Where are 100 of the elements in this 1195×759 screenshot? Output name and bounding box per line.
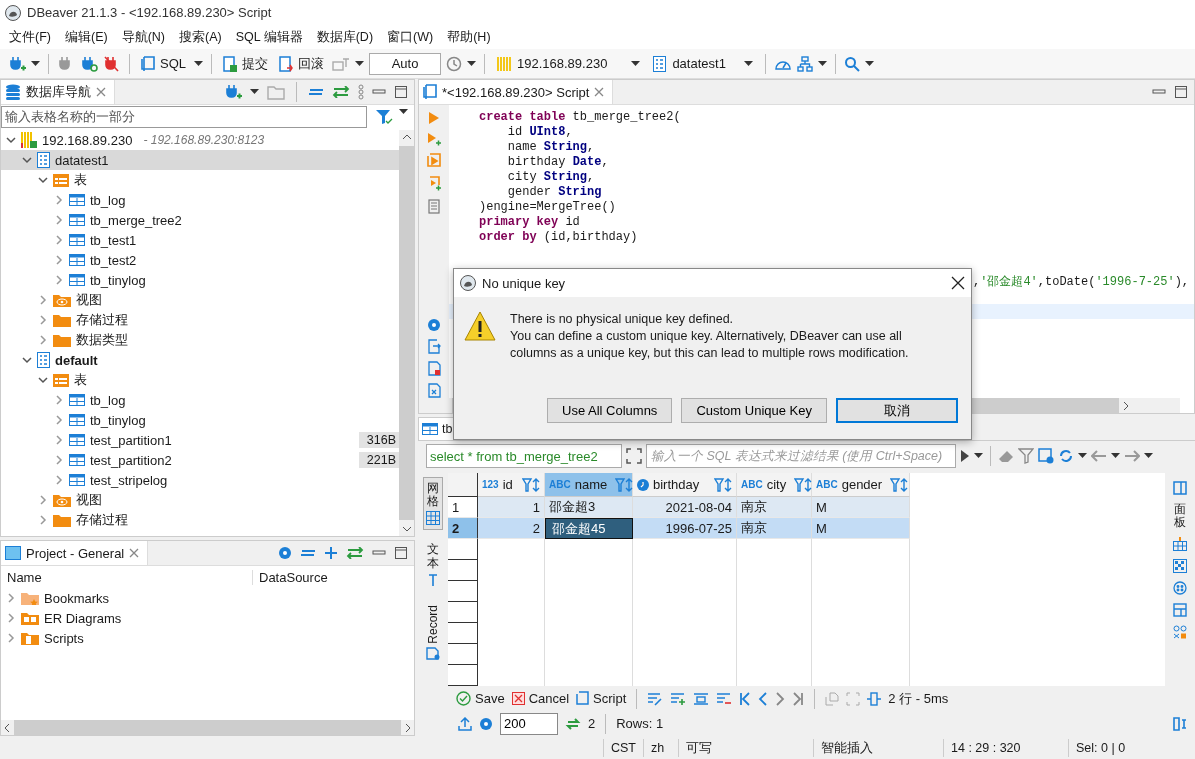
scroll-down-icon[interactable] bbox=[401, 526, 412, 533]
expand-all-icon[interactable] bbox=[324, 546, 338, 561]
tree-item-label[interactable]: 表 bbox=[74, 171, 87, 189]
caret-icon[interactable] bbox=[817, 60, 827, 67]
caret-icon[interactable] bbox=[355, 60, 364, 67]
layout-toggle-icon[interactable] bbox=[1173, 716, 1187, 731]
table-cell[interactable]: 1996-07-25 bbox=[633, 518, 737, 539]
project-item-label[interactable]: Scripts bbox=[44, 630, 84, 646]
menu-item[interactable]: SQL 编辑器 bbox=[228, 28, 310, 46]
tree-item-label[interactable]: 存储过程 bbox=[76, 511, 128, 529]
cancel-button[interactable]: Cancel bbox=[511, 691, 570, 706]
execute-script-icon[interactable] bbox=[427, 153, 441, 169]
first-page-icon[interactable] bbox=[739, 691, 752, 706]
plug-plus-icon[interactable] bbox=[8, 54, 26, 73]
sort-filter-icon[interactable] bbox=[890, 477, 909, 492]
circle-dots-icon[interactable] bbox=[1173, 581, 1187, 596]
column-header[interactable]: DataSource bbox=[253, 569, 328, 585]
menu-item[interactable]: 帮助(H) bbox=[440, 28, 498, 46]
add-row-icon[interactable] bbox=[670, 691, 687, 706]
save-button[interactable]: Save bbox=[456, 691, 505, 706]
refresh-icon[interactable] bbox=[565, 716, 581, 731]
sort-filter-icon[interactable] bbox=[714, 477, 732, 492]
caret-icon[interactable] bbox=[1111, 453, 1120, 459]
previous-page-icon[interactable] bbox=[758, 691, 769, 706]
project-tab[interactable]: Project - General bbox=[1, 541, 149, 566]
copy-row-icon[interactable] bbox=[693, 691, 710, 706]
database-selector[interactable]: datatest1 bbox=[649, 53, 757, 74]
table-cell[interactable]: 南京 bbox=[737, 497, 812, 518]
history-icon[interactable] bbox=[446, 55, 462, 72]
maximize-icon[interactable] bbox=[1174, 85, 1188, 99]
menu-item[interactable]: 编辑(E) bbox=[57, 28, 115, 46]
caret-icon[interactable] bbox=[467, 60, 476, 67]
column-header[interactable]: ABC name bbox=[545, 473, 633, 497]
tree-item-label[interactable]: tb_test1 bbox=[90, 232, 137, 248]
plug-plus-icon[interactable] bbox=[224, 83, 242, 101]
scroll-right-icon[interactable] bbox=[1123, 400, 1129, 411]
layout-icon[interactable] bbox=[1173, 603, 1187, 618]
sort-filter-icon[interactable] bbox=[522, 477, 540, 492]
hierarchy-icon[interactable] bbox=[796, 55, 813, 72]
project-item-label[interactable]: Bookmarks bbox=[44, 590, 110, 606]
table-cell[interactable]: 1 bbox=[478, 497, 545, 518]
apply-filter-icon[interactable] bbox=[960, 449, 970, 463]
settings-icon[interactable] bbox=[479, 716, 493, 731]
table-cell[interactable]: M bbox=[812, 518, 910, 539]
column-header[interactable]: birthday bbox=[633, 473, 737, 497]
maximize-icon[interactable] bbox=[394, 546, 408, 561]
tree-item-label[interactable]: tb_test2 bbox=[90, 252, 137, 268]
tree-item-label[interactable]: tb_log bbox=[90, 192, 126, 208]
editor-tab[interactable]: *<192.168.89.230> Script bbox=[419, 80, 614, 104]
execute-icon[interactable] bbox=[428, 111, 440, 125]
search-icon[interactable] bbox=[843, 55, 860, 72]
table-add-icon[interactable] bbox=[1173, 537, 1187, 552]
tree-item-label[interactable]: tb_tinylog bbox=[90, 412, 146, 428]
execute-new-tab-icon[interactable] bbox=[427, 132, 441, 146]
last-page-icon[interactable] bbox=[792, 691, 805, 706]
query-field[interactable]: select * from tb_merge_tree2 bbox=[426, 444, 622, 468]
panels-tab[interactable]: 面板 bbox=[1174, 503, 1186, 530]
transaction-mode-field[interactable]: Auto bbox=[369, 52, 441, 75]
table-cell[interactable]: 南京 bbox=[737, 518, 812, 539]
collapse-all-icon[interactable] bbox=[300, 548, 316, 559]
delete-row-icon[interactable] bbox=[716, 691, 733, 706]
column-header[interactable]: 123 id bbox=[478, 473, 545, 497]
tree-item-label[interactable]: default bbox=[55, 352, 98, 368]
plug-refresh-icon[interactable] bbox=[80, 54, 98, 73]
explain-plan-icon[interactable] bbox=[428, 199, 440, 214]
tree-item-label[interactable]: 数据类型 bbox=[76, 331, 128, 349]
menu-item[interactable]: 文件(F) bbox=[2, 28, 58, 46]
tree-item-label[interactable]: 存储过程 bbox=[76, 311, 128, 329]
filter-icon[interactable] bbox=[375, 109, 393, 125]
table-cell[interactable]: 2021-08-04 bbox=[633, 497, 737, 518]
view-tab[interactable]: 文本 bbox=[424, 538, 442, 592]
more-icon[interactable] bbox=[358, 84, 364, 100]
caret-icon[interactable] bbox=[250, 89, 259, 95]
tree-item-label[interactable]: tb_tinylog bbox=[90, 272, 146, 288]
table-cell[interactable]: 邵金超45 bbox=[545, 518, 633, 539]
filter-field[interactable]: 输入一个 SQL 表达式来过滤结果 (使用 Ctrl+Space) bbox=[646, 444, 956, 468]
sort-filter-icon[interactable] bbox=[615, 477, 634, 492]
settings-icon[interactable] bbox=[427, 318, 441, 332]
menu-item[interactable]: 数据库(D) bbox=[309, 28, 381, 46]
menu-item[interactable]: 搜索(A) bbox=[172, 28, 229, 46]
row-number[interactable]: 2 bbox=[448, 518, 478, 539]
link-arrows-icon[interactable] bbox=[332, 86, 350, 98]
table-settings-icon[interactable] bbox=[1038, 448, 1054, 464]
expand-editor-icon[interactable] bbox=[626, 448, 642, 464]
execute-script-new-tab-icon[interactable] bbox=[427, 176, 441, 192]
link-arrows-icon[interactable] bbox=[346, 547, 364, 560]
caret-icon[interactable] bbox=[974, 453, 983, 459]
tree-item-label[interactable]: test_partition2 bbox=[90, 452, 172, 468]
table-filter-field[interactable]: 输入表格名称的一部分 bbox=[1, 106, 367, 128]
scroll-left-icon[interactable] bbox=[4, 722, 10, 733]
variables-icon[interactable] bbox=[427, 383, 441, 398]
caret-icon[interactable] bbox=[1078, 453, 1087, 459]
view-tab[interactable]: Record bbox=[423, 599, 443, 666]
tree-item-label[interactable]: test_stripelog bbox=[90, 472, 168, 488]
caret-icon[interactable] bbox=[864, 60, 874, 67]
error-document-icon[interactable] bbox=[427, 361, 441, 376]
caret-icon[interactable] bbox=[743, 60, 753, 67]
project-item-label[interactable]: ER Diagrams bbox=[44, 610, 122, 626]
sql-editor-button[interactable]: SQL bbox=[138, 53, 189, 74]
script-button[interactable]: Script bbox=[576, 691, 627, 706]
